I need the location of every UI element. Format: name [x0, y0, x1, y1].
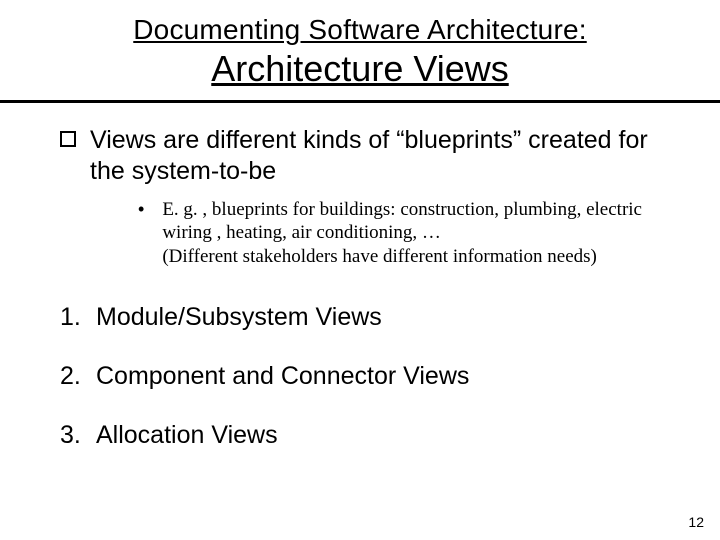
- title-block: Documenting Software Architecture: Archi…: [40, 14, 680, 94]
- slide: Documenting Software Architecture: Archi…: [0, 0, 720, 540]
- square-bullet-icon: [60, 131, 76, 147]
- numbered-list: 1. Module/Subsystem Views 2. Component a…: [60, 303, 660, 450]
- list-item: 3. Allocation Views: [60, 421, 660, 450]
- sub-bullet-text: E. g. , blueprints for buildings: constr…: [162, 198, 660, 269]
- list-text: Module/Subsystem Views: [96, 303, 382, 332]
- list-number: 3.: [60, 421, 86, 450]
- slide-pretitle: Documenting Software Architecture:: [40, 14, 680, 46]
- bullet-item: Views are different kinds of “blueprints…: [60, 125, 660, 188]
- list-item: 1. Module/Subsystem Views: [60, 303, 660, 332]
- list-number: 1.: [60, 303, 86, 332]
- slide-title: Architecture Views: [40, 48, 680, 90]
- list-number: 2.: [60, 362, 86, 391]
- page-number: 12: [688, 514, 704, 530]
- sub-bullet-item: • E. g. , blueprints for buildings: cons…: [138, 198, 660, 269]
- list-text: Allocation Views: [96, 421, 278, 450]
- slide-body: Views are different kinds of “blueprints…: [40, 103, 680, 450]
- dot-bullet-icon: •: [138, 200, 144, 218]
- list-item: 2. Component and Connector Views: [60, 362, 660, 391]
- bullet-text: Views are different kinds of “blueprints…: [90, 125, 660, 188]
- list-text: Component and Connector Views: [96, 362, 469, 391]
